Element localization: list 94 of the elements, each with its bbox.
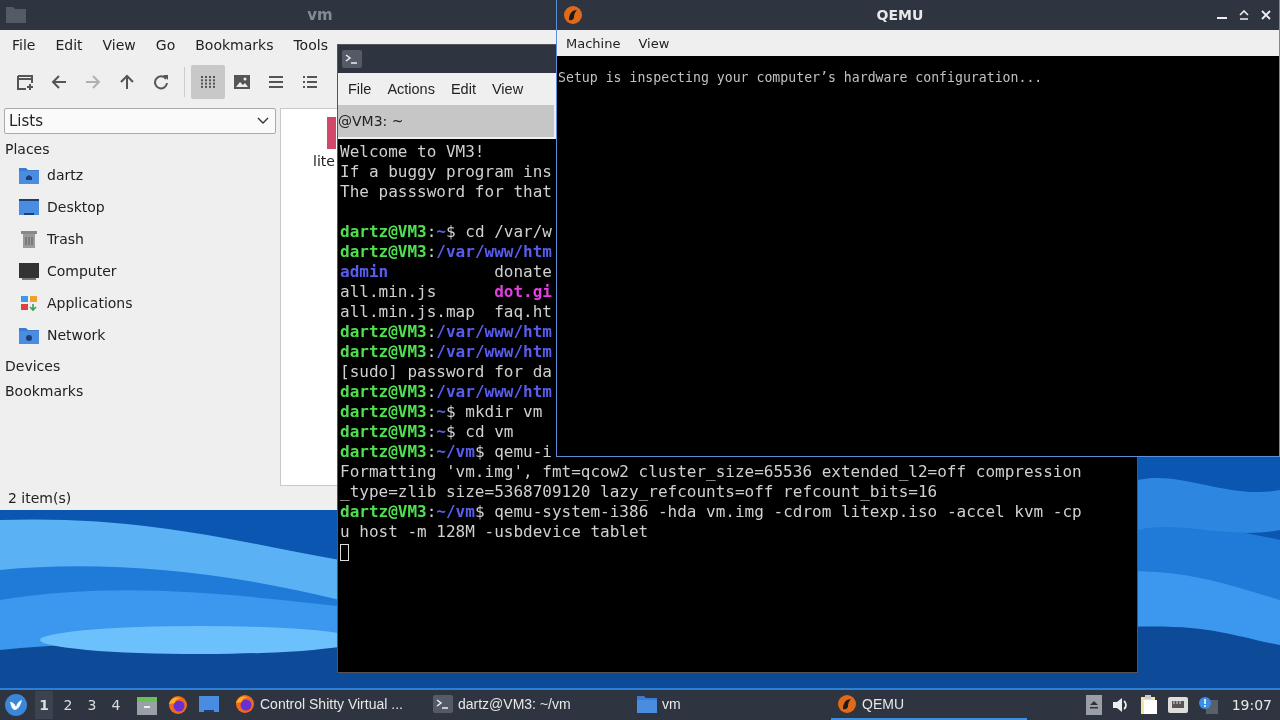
network-icon[interactable] (1167, 696, 1188, 714)
place-item[interactable]: Computer (4, 255, 278, 287)
taskbar-task[interactable]: dartz@VM3: ~/vm (427, 690, 631, 720)
bird-logo-icon (563, 5, 583, 25)
close-icon (1261, 10, 1271, 20)
back-arrow-icon (51, 74, 67, 90)
terminal-line: Formatting 'vm.img', fmt=qcow2 cluster_size=65536 extended_l2=off compression (340, 462, 1082, 482)
terminal-line: _type=zlib size=5368709120 lazy_refcounts=off refcount_bits=16 (340, 482, 938, 502)
computer-icon (19, 262, 39, 280)
place-item[interactable]: Trash (4, 223, 278, 255)
menu-item[interactable]: Tools (285, 37, 336, 53)
menu-item[interactable]: Bookmarks (187, 37, 282, 53)
menu-item[interactable]: Edit (442, 81, 484, 97)
window-title: QEMU (876, 7, 924, 23)
applications-icon (19, 294, 39, 312)
clipboard-icon[interactable] (1139, 695, 1158, 715)
menu-item[interactable]: Go (147, 37, 184, 53)
terminal-line: dartz@VM3:/var/www/htm (340, 322, 552, 342)
text-cursor (340, 544, 349, 561)
desktop-icon[interactable] (199, 695, 219, 713)
terminal-line: [sudo] password for da (340, 362, 552, 382)
terminal-line: u host -m 128M -usbdevice tablet (340, 522, 649, 542)
chevron-down-icon (257, 117, 269, 125)
expand-tray-icon[interactable] (1085, 695, 1102, 715)
menu-item[interactable]: Edit (47, 37, 91, 53)
new-tab-icon (16, 73, 34, 91)
place-item[interactable]: Network (4, 319, 278, 351)
menu-item[interactable]: File (4, 37, 44, 53)
clock: 19:07 (1231, 697, 1272, 713)
terminal-line: dartz@VM3:/var/www/htm (340, 382, 552, 402)
workspace-button[interactable]: 2 (59, 691, 77, 719)
home-folder-icon (19, 166, 39, 184)
notification-icon[interactable] (1197, 696, 1218, 714)
maximize-icon (1239, 10, 1249, 20)
fox-globe-icon (235, 694, 255, 714)
volume-icon[interactable] (1111, 697, 1130, 713)
workspace-button[interactable]: 4 (107, 691, 125, 719)
grid-view-icon (201, 76, 215, 88)
menu-item[interactable]: Machine (557, 35, 630, 51)
image-icon (234, 75, 250, 89)
terminal-line: The passsword for that (340, 182, 552, 202)
terminal-line: admin donate (340, 262, 552, 282)
reload-icon (153, 74, 169, 90)
terminal-line: dartz@VM3:/var/www/htm (340, 242, 552, 262)
folder-icon (637, 695, 657, 713)
terminal-tab[interactable]: @VM3: ~ (338, 105, 554, 137)
trash-icon (19, 230, 39, 248)
terminal-line: all.min.js dot.gi (340, 282, 552, 302)
terminal-line: If a buggy program ins (340, 162, 552, 182)
terminal-icon (433, 695, 453, 713)
bird-logo-icon (837, 694, 857, 714)
minimize-icon (1217, 17, 1227, 19)
file-name[interactable]: lite (313, 153, 335, 169)
terminal-line: dartz@VM3:~/vm$ qemu-system-i386 -hda vm.img -cdrom litexp.iso -accel kvm -cp (340, 502, 1082, 522)
desktop-icon (19, 198, 39, 216)
detailed-list-icon (303, 76, 317, 88)
taskbar-task[interactable]: vm (631, 690, 831, 720)
file-cabinet-icon[interactable] (137, 695, 157, 715)
fox-globe-icon[interactable] (168, 695, 188, 715)
taskbar-task[interactable]: Control Shitty Virtual ... (229, 690, 427, 720)
forward-arrow-icon (85, 74, 101, 90)
window-title: vm (307, 6, 333, 24)
section-header[interactable]: Places (4, 137, 278, 159)
up-arrow-icon (119, 74, 135, 90)
start-menu-icon (5, 694, 27, 716)
menu-item[interactable]: Actions (379, 81, 443, 97)
menu-item[interactable]: File (340, 81, 380, 97)
terminal-line: dartz@VM3:~$ cd vm (340, 422, 514, 442)
place-item[interactable]: Applications (4, 287, 278, 319)
screen-text: Setup is inspecting your computer’s hardware configuration... (558, 70, 1043, 85)
terminal-line: dartz@VM3:~$ mkdir vm (340, 402, 543, 422)
section-header[interactable]: Bookmarks (4, 379, 278, 401)
view-mode-button[interactable] (191, 65, 225, 99)
section-header[interactable]: Devices (4, 354, 278, 376)
workspace-button[interactable]: 1 (35, 691, 53, 719)
taskbar-task[interactable]: QEMU (831, 690, 1027, 720)
workspace-button[interactable]: 3 (83, 691, 101, 719)
terminal-line: all.min.js.map faq.ht (340, 302, 552, 322)
place-item[interactable]: Desktop (4, 191, 278, 223)
menu-item[interactable]: View (483, 81, 532, 97)
terminal-line: Welcome to VM3! (340, 142, 485, 162)
file-icon (327, 117, 336, 149)
terminal-icon (342, 50, 362, 68)
menu-item[interactable]: View (94, 37, 144, 53)
status-text: 2 item(s) (8, 490, 72, 506)
place-item[interactable]: dartz (4, 159, 278, 191)
list-icon (269, 76, 283, 88)
folder-icon (6, 6, 26, 24)
terminal-line: dartz@VM3:/var/www/htm (340, 342, 552, 362)
side-pane-dropdown[interactable]: Lists (4, 108, 276, 134)
terminal-line: dartz@VM3:~$ cd /var/w (340, 222, 552, 242)
network-folder-icon (19, 326, 39, 344)
terminal-line: dartz@VM3:~/vm$ qemu-i (340, 442, 552, 462)
menu-item[interactable]: View (629, 35, 679, 51)
